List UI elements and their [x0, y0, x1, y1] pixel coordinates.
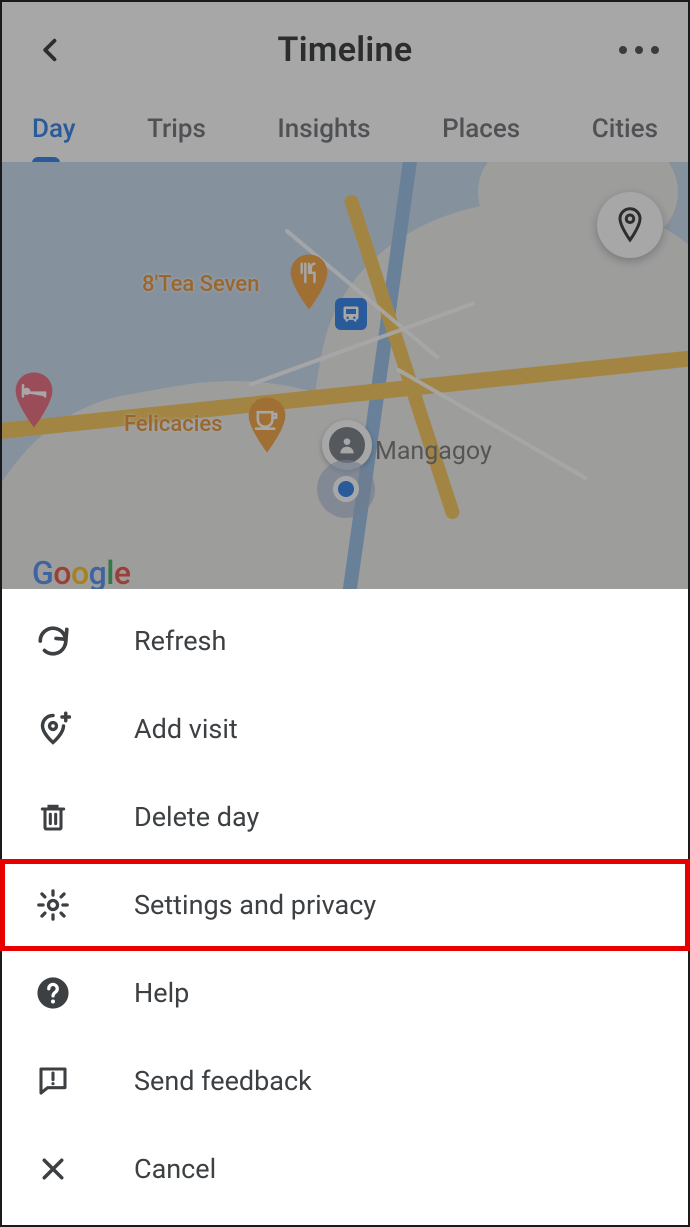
map-label-felicacies: Felicacies	[124, 412, 222, 437]
tab-places[interactable]: Places	[434, 100, 528, 162]
transit-icon	[335, 298, 367, 330]
back-button[interactable]	[27, 26, 75, 74]
bottom-sheet: Refresh Add visit Delete day Settings an…	[2, 589, 688, 1225]
menu-cancel[interactable]: Cancel	[2, 1125, 688, 1213]
cafe-pin-icon	[245, 397, 289, 453]
locate-fab[interactable]	[597, 192, 663, 258]
menu-refresh-label: Refresh	[134, 625, 226, 657]
tab-day[interactable]: Day	[24, 100, 84, 162]
pin-outline-icon	[615, 206, 645, 244]
menu-help[interactable]: Help	[2, 949, 688, 1037]
tab-insights[interactable]: Insights	[269, 100, 378, 162]
hotel-pin-icon	[12, 372, 56, 428]
more-icon	[619, 46, 627, 54]
menu-cancel-label: Cancel	[134, 1153, 216, 1185]
header: Timeline Day Trips Insights Places Citie…	[2, 2, 688, 162]
menu-help-label: Help	[134, 977, 189, 1009]
topbar: Timeline	[2, 2, 688, 97]
add-place-icon	[34, 710, 72, 748]
tabs: Day Trips Insights Places Cities	[2, 97, 688, 162]
menu-delete-day[interactable]: Delete day	[2, 773, 688, 861]
chevron-left-icon	[37, 36, 65, 64]
tab-cities[interactable]: Cities	[584, 100, 666, 162]
trash-icon	[34, 798, 72, 836]
menu-settings-label: Settings and privacy	[134, 889, 376, 921]
menu-feedback-label: Send feedback	[134, 1065, 312, 1097]
map-label-area: Mangagoy	[375, 437, 492, 466]
map-label-tea: 8'Tea Seven	[142, 272, 259, 297]
help-icon	[34, 974, 72, 1012]
google-logo: Google	[32, 554, 131, 592]
menu-settings-privacy[interactable]: Settings and privacy	[2, 861, 688, 949]
tab-trips[interactable]: Trips	[139, 100, 214, 162]
menu-feedback[interactable]: Send feedback	[2, 1037, 688, 1125]
menu-add-visit[interactable]: Add visit	[2, 685, 688, 773]
current-location-icon	[317, 460, 375, 518]
restaurant-pin-icon	[287, 254, 331, 310]
close-icon	[34, 1150, 72, 1188]
feedback-icon	[34, 1062, 72, 1100]
menu-add-visit-label: Add visit	[134, 713, 238, 745]
menu-refresh[interactable]: Refresh	[2, 597, 688, 685]
gear-icon	[34, 886, 72, 924]
menu-delete-day-label: Delete day	[134, 801, 259, 833]
screen: Timeline Day Trips Insights Places Citie…	[0, 0, 690, 1227]
map[interactable]: 8'Tea Seven Felicacies Mangagoy Google	[2, 162, 688, 612]
page-title: Timeline	[278, 30, 413, 70]
refresh-icon	[34, 622, 72, 660]
more-button[interactable]	[615, 26, 663, 74]
